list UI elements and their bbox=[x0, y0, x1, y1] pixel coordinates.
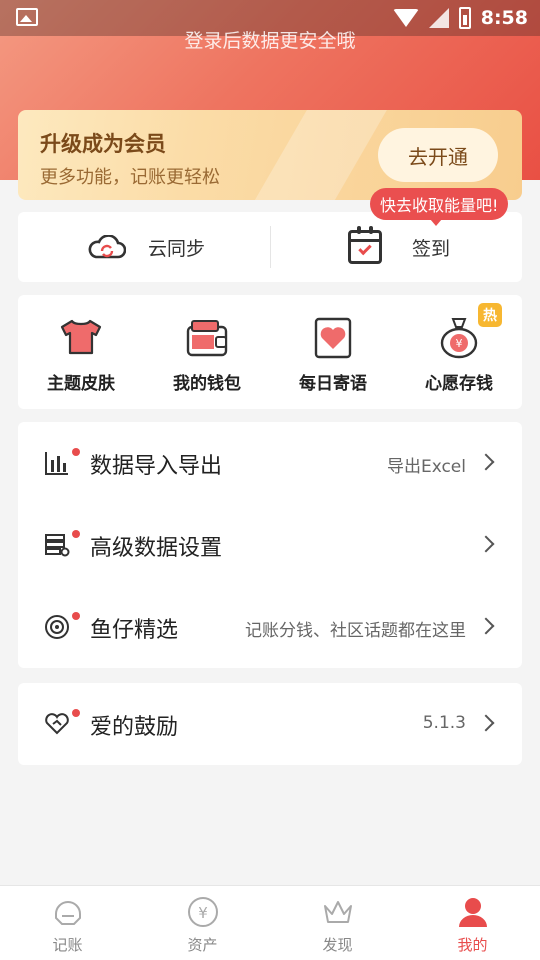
heart-card-icon bbox=[314, 317, 352, 359]
wifi-icon bbox=[392, 9, 419, 27]
sync-checkin-card: 云同步 签到 bbox=[18, 212, 522, 282]
calendar-check-icon bbox=[348, 226, 382, 264]
money-bag-icon: ¥ bbox=[440, 318, 478, 359]
row-title: 爱的鼓励 bbox=[90, 715, 179, 740]
checkin-label: 签到 bbox=[412, 237, 451, 260]
app-version: 5.1.3 bbox=[422, 713, 466, 733]
crown-icon bbox=[323, 901, 352, 923]
cloud-sync-label: 云同步 bbox=[148, 237, 206, 260]
grid-label-theme: 主题皮肤 bbox=[47, 374, 115, 394]
new-dot bbox=[72, 530, 80, 538]
target-icon bbox=[45, 615, 69, 639]
signal-icon bbox=[428, 8, 449, 28]
tab-label: 我的 bbox=[457, 936, 488, 954]
vip-upgrade-card[interactable]: 升级成为会员 更多功能，记账更轻松 去开通 bbox=[18, 110, 522, 200]
person-icon bbox=[458, 898, 487, 927]
divider bbox=[270, 226, 271, 268]
grid-label-daily-message: 每日寄语 bbox=[299, 374, 367, 394]
row-value: 导出Excel bbox=[386, 457, 466, 477]
new-dot bbox=[72, 612, 80, 620]
grid-item-wallet[interactable]: 我的钱包 bbox=[144, 295, 270, 409]
ledger-icon bbox=[54, 901, 81, 925]
tab-discover[interactable]: 发现 bbox=[270, 886, 405, 960]
feature-grid: 主题皮肤 我的钱包 每日寄语 ¥ 热 心愿存钱 bbox=[18, 295, 522, 409]
hot-badge: 热 bbox=[478, 303, 502, 327]
gallery-notification-icon bbox=[16, 8, 38, 26]
encourage-card: 爱的鼓励 5.1.3 bbox=[18, 683, 522, 765]
svg-text:¥: ¥ bbox=[198, 904, 208, 922]
wallet-icon bbox=[186, 320, 228, 357]
chevron-right-icon bbox=[477, 453, 495, 471]
row-value: 记账分钱、社区话题都在这里 bbox=[245, 621, 466, 641]
chevron-right-icon bbox=[477, 714, 495, 732]
list-item-data-import-export[interactable]: 数据导入导出 导出Excel bbox=[18, 422, 522, 504]
tab-assets[interactable]: ¥ 资产 bbox=[135, 886, 270, 960]
row-title: 高级数据设置 bbox=[90, 536, 223, 561]
row-title: 鱼仔精选 bbox=[90, 618, 179, 643]
chevron-right-icon bbox=[477, 617, 495, 635]
settings-list: 数据导入导出 导出Excel 高级数据设置 鱼仔精选 记账分钱、社区话题都在这里 bbox=[18, 422, 522, 668]
tab-mine[interactable]: 我的 bbox=[405, 886, 540, 960]
bottom-tab-bar: 记账 ¥ 资产 发现 我的 bbox=[0, 885, 540, 960]
chevron-right-icon bbox=[477, 535, 495, 553]
cloud-sync-button[interactable]: 云同步 bbox=[88, 212, 205, 282]
vip-subtitle: 更多功能，记账更轻松 bbox=[40, 167, 220, 188]
tshirt-icon bbox=[60, 319, 102, 355]
list-item-featured[interactable]: 鱼仔精选 记账分钱、社区话题都在这里 bbox=[18, 586, 522, 668]
svg-text:¥: ¥ bbox=[456, 337, 463, 350]
row-title: 数据导入导出 bbox=[90, 454, 223, 479]
grid-label-wish-saving: 心愿存钱 bbox=[425, 374, 493, 394]
grid-item-daily-message[interactable]: 每日寄语 bbox=[270, 295, 396, 409]
grid-label-wallet: 我的钱包 bbox=[173, 374, 241, 394]
bar-chart-icon bbox=[45, 452, 68, 475]
list-item-advanced-data-settings[interactable]: 高级数据设置 bbox=[18, 504, 522, 586]
energy-tip-bubble[interactable]: 快去收取能量吧! bbox=[370, 188, 509, 226]
tab-label: 发现 bbox=[322, 936, 353, 954]
new-dot bbox=[72, 448, 80, 456]
tab-label: 资产 bbox=[187, 936, 218, 954]
yuan-icon: ¥ bbox=[187, 897, 218, 927]
list-item-encourage[interactable]: 爱的鼓励 5.1.3 bbox=[18, 683, 522, 765]
grid-item-theme[interactable]: 主题皮肤 bbox=[18, 295, 144, 409]
vip-title: 升级成为会员 bbox=[40, 132, 166, 156]
new-dot bbox=[72, 709, 80, 717]
activate-vip-button[interactable]: 去开通 bbox=[378, 128, 498, 182]
data-settings-icon bbox=[45, 534, 70, 557]
tab-label: 记账 bbox=[52, 936, 83, 954]
cloud-sync-icon bbox=[88, 235, 126, 259]
heart-hand-icon bbox=[45, 713, 69, 735]
login-hint[interactable]: 登录后数据更安全哦 bbox=[0, 26, 540, 53]
grid-item-wish-saving[interactable]: ¥ 热 心愿存钱 bbox=[396, 295, 522, 409]
tab-ledger[interactable]: 记账 bbox=[0, 886, 135, 960]
